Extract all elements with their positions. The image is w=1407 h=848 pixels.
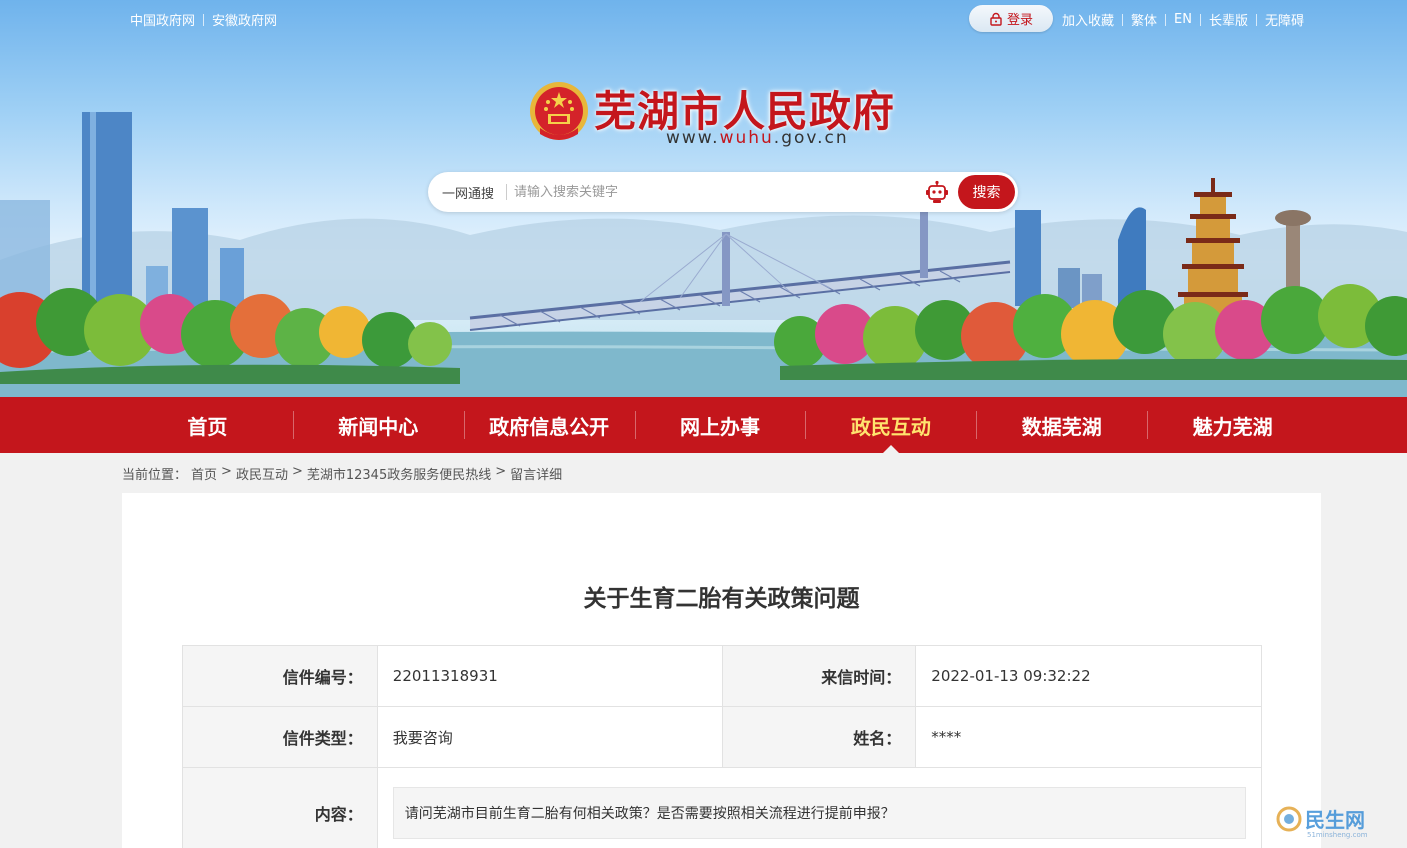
breadcrumb-separator: > — [291, 464, 303, 479]
link-english[interactable]: EN — [1174, 12, 1192, 27]
top-links-left: 中国政府网 安徽政府网 — [130, 10, 277, 29]
nav-item-data-wuhu[interactable]: 数据芜湖 — [976, 397, 1147, 453]
label-letter-time: 来信时间： — [721, 645, 917, 707]
nav-item-gov-info[interactable]: 政府信息公开 — [463, 397, 635, 453]
value-letter-time: 2022-01-13 09:32:22 — [915, 645, 1262, 707]
link-add-favorite[interactable]: 加入收藏 — [1062, 10, 1114, 29]
breadcrumb-prefix: 当前位置： — [122, 468, 188, 483]
login-button[interactable]: 登录 — [969, 5, 1053, 32]
label-letter-id: 信件编号： — [182, 645, 378, 707]
breadcrumb: 当前位置： 首页 > 政民互动 > 芜湖市12345政务服务便民热线 > 留言详… — [122, 464, 562, 483]
domain-suffix: .gov.cn — [773, 128, 849, 148]
breadcrumb-item[interactable]: 首页 — [191, 464, 217, 483]
link-accessibility[interactable]: 无障碍 — [1265, 10, 1304, 29]
nav-item-interaction[interactable]: 政民互动 — [805, 397, 976, 453]
table-row: 信件类型： 我要咨询 姓名： **** — [182, 706, 1262, 768]
search-divider — [506, 184, 507, 200]
watermark-text: 民生网 — [1305, 808, 1365, 832]
link-divider — [1256, 13, 1257, 26]
link-divider — [1122, 13, 1124, 26]
search-bar: 一网通搜 搜索 — [428, 172, 1018, 212]
link-elder-version[interactable]: 长辈版 — [1209, 10, 1248, 29]
main-nav-items: 首页 新闻中心 政府信息公开 网上办事 政民互动 数据芜湖 魅力芜湖 — [122, 397, 1318, 453]
link-anhui-gov[interactable]: 安徽政府网 — [212, 10, 277, 29]
main-nav: 首页 新闻中心 政府信息公开 网上办事 政民互动 数据芜湖 魅力芜湖 — [0, 397, 1407, 453]
breadcrumb-item-current: 留言详细 — [510, 468, 563, 483]
site-domain: www.wuhu.gov.cn — [666, 128, 849, 148]
search-scope[interactable]: 一网通搜 — [442, 183, 494, 202]
message-detail-panel: 关于生育二胎有关政策问题 信件编号： 22011318931 来信时间： 202… — [122, 493, 1321, 848]
breadcrumb-separator: > — [221, 464, 232, 479]
minsheng-watermark-logo: 民生网 51minsheng.com — [1276, 806, 1368, 839]
login-label: 登录 — [1006, 13, 1033, 28]
value-letter-id: 22011318931 — [376, 645, 723, 707]
message-title: 关于生育二胎有关政策问题 — [583, 586, 860, 612]
label-content: 内容： — [182, 767, 378, 848]
nav-item-home[interactable]: 首页 — [122, 397, 293, 453]
search-button[interactable]: 搜索 — [958, 175, 1015, 209]
header-banner: 中国政府网 安徽政府网 登录 加入收藏 繁体 EN 长辈版 无障碍 芜湖市人民政… — [0, 0, 1407, 397]
link-china-gov[interactable]: 中国政府网 — [130, 10, 195, 29]
nav-item-online-services[interactable]: 网上办事 — [634, 397, 806, 453]
top-links-right: 加入收藏 繁体 EN 长辈版 无障碍 — [1062, 10, 1304, 29]
search-input[interactable] — [514, 180, 914, 204]
table-row: 信件编号： 22011318931 来信时间： 2022-01-13 09:32… — [182, 645, 1262, 707]
link-divider — [1165, 13, 1167, 26]
lock-icon — [990, 12, 1002, 26]
value-name: **** — [915, 706, 1262, 768]
nav-item-news[interactable]: 新闻中心 — [292, 397, 464, 453]
table-row: 内容： 请问芜湖市目前生育二胎有何相关政策？是否需要按照相关流程进行提前申报？ — [182, 767, 1263, 848]
nav-item-charm-wuhu[interactable]: 魅力芜湖 — [1147, 397, 1318, 453]
breadcrumb-item[interactable]: 芜湖市12345政务服务便民热线 — [307, 464, 491, 483]
message-content: 请问芜湖市目前生育二胎有何相关政策？是否需要按照相关流程进行提前申报？ — [404, 805, 895, 822]
label-name: 姓名： — [721, 706, 917, 768]
label-letter-type: 信件类型： — [182, 706, 378, 768]
breadcrumb-separator: > — [495, 464, 507, 479]
link-divider — [1199, 13, 1201, 26]
national-emblem-icon — [530, 82, 588, 140]
domain-prefix: www. — [666, 128, 720, 148]
watermark-sub: 51minsheng.com — [1307, 831, 1368, 839]
message-info-table: 信件编号： 22011318931 来信时间： 2022-01-13 09:32… — [182, 645, 1263, 848]
link-divider — [203, 13, 205, 26]
value-letter-type: 我要咨询 — [376, 706, 723, 768]
link-traditional-chinese[interactable]: 繁体 — [1131, 10, 1157, 29]
domain-mid: wuhu — [719, 128, 774, 148]
breadcrumb-item[interactable]: 政民互动 — [236, 464, 288, 483]
value-content-cell: 请问芜湖市目前生育二胎有何相关政策？是否需要按照相关流程进行提前申报？ — [376, 767, 1263, 848]
robot-icon[interactable] — [924, 180, 950, 206]
message-content-box: 请问芜湖市目前生育二胎有何相关政策？是否需要按照相关流程进行提前申报？ — [392, 786, 1246, 839]
